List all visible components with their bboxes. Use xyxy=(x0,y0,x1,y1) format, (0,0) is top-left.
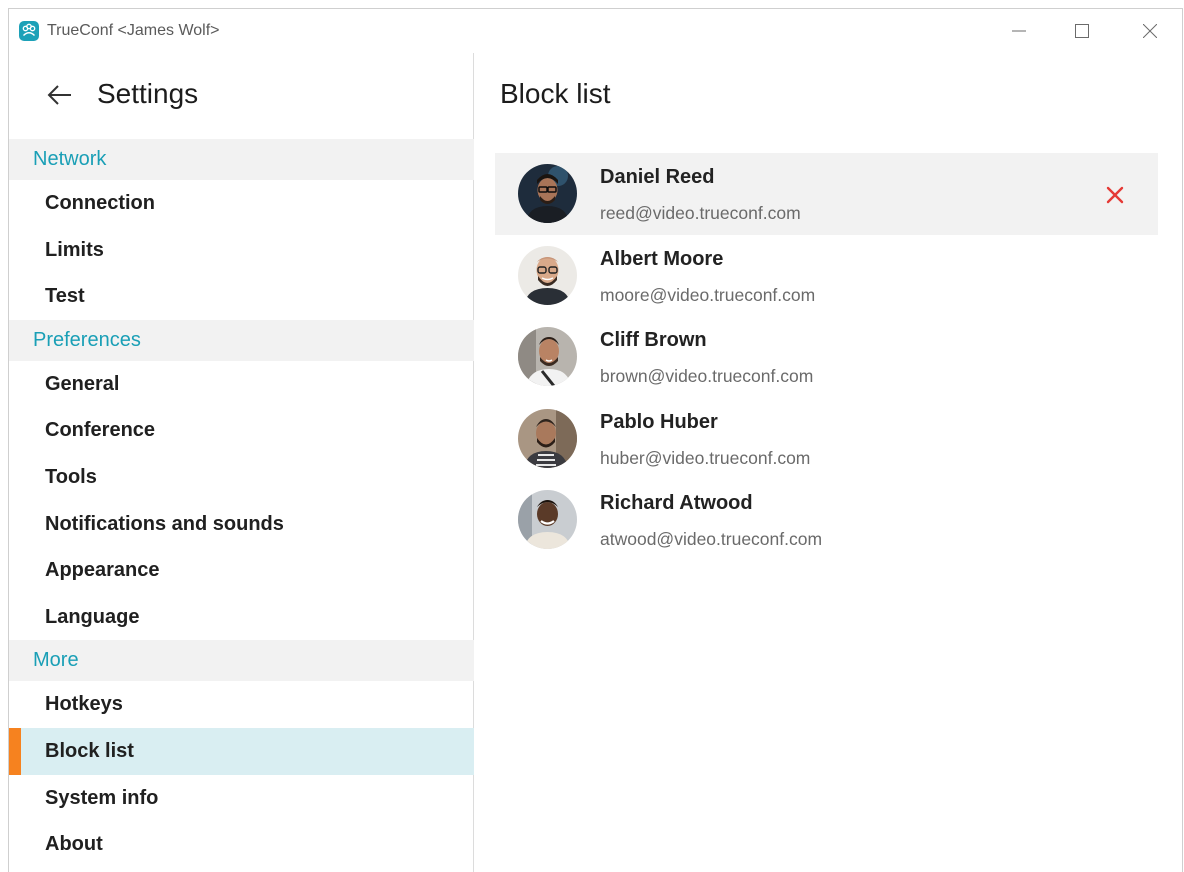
avatar xyxy=(518,327,577,386)
contact-email: huber@video.trueconf.com xyxy=(600,447,811,468)
arrow-left-icon xyxy=(47,85,71,105)
contact-name: Cliff Brown xyxy=(600,329,707,351)
section-header-preferences: Preferences xyxy=(9,319,474,361)
maximize-icon xyxy=(1075,24,1089,38)
nav-item-limits[interactable]: Limits xyxy=(9,227,474,274)
settings-nav: Network Connection Limits Test Preferenc… xyxy=(9,139,474,868)
close-x-icon xyxy=(1106,186,1124,204)
avatar xyxy=(518,245,577,305)
contact-name: Daniel Reed xyxy=(600,166,715,188)
contact-row[interactable]: Cliff Brown brown@video.trueconf.com xyxy=(495,316,1158,398)
block-list-panel: Block list Daniel Reed reed@video.trueco… xyxy=(475,53,1182,872)
nav-item-block-list[interactable]: Block list xyxy=(9,727,474,775)
unblock-button[interactable] xyxy=(1105,185,1125,205)
nav-item-system-info[interactable]: System info xyxy=(9,775,474,822)
nav-item-hotkeys[interactable]: Hotkeys xyxy=(9,681,474,728)
settings-title: Settings xyxy=(97,78,199,109)
minimize-button[interactable] xyxy=(996,15,1042,47)
contact-row[interactable]: Pablo Huber huber@video.trueconf.com xyxy=(495,398,1158,480)
back-button[interactable] xyxy=(45,83,75,107)
contact-row[interactable]: Daniel Reed reed@video.trueconf.com xyxy=(495,153,1158,235)
close-button[interactable] xyxy=(1127,15,1173,47)
contact-email: reed@video.trueconf.com xyxy=(600,203,801,223)
window-title: TrueConf <James Wolf> xyxy=(47,22,220,39)
contact-name: Albert Moore xyxy=(600,247,724,270)
close-icon xyxy=(1143,24,1157,38)
contact-name: Richard Atwood xyxy=(600,492,753,514)
contact-name: Pablo Huber xyxy=(600,410,718,433)
contact-email: brown@video.trueconf.com xyxy=(600,366,814,386)
page-title: Block list xyxy=(500,78,611,109)
nav-item-test[interactable]: Test xyxy=(9,273,474,320)
nav-item-tools[interactable]: Tools xyxy=(9,454,474,501)
avatar xyxy=(518,408,577,468)
settings-sidebar: Settings Network Connection Limits Test … xyxy=(9,53,474,872)
nav-item-conference[interactable]: Conference xyxy=(9,407,474,454)
minimize-icon xyxy=(1012,30,1026,32)
avatar xyxy=(518,490,577,549)
contact-email: atwood@video.trueconf.com xyxy=(600,529,823,549)
nav-item-general[interactable]: General xyxy=(9,361,474,408)
trueconf-logo-icon xyxy=(19,21,39,41)
nav-item-language[interactable]: Language xyxy=(9,594,474,641)
nav-item-notifications[interactable]: Notifications and sounds xyxy=(9,501,474,548)
contact-row[interactable]: Richard Atwood atwood@video.trueconf.com xyxy=(495,479,1158,561)
section-header-more: More xyxy=(9,640,474,682)
contact-email: moore@video.trueconf.com xyxy=(600,284,816,305)
avatar xyxy=(518,164,577,223)
nav-item-about[interactable]: About xyxy=(9,821,474,868)
title-bar: TrueConf <James Wolf> xyxy=(9,9,1182,53)
section-header-network: Network xyxy=(9,139,474,180)
app-window: TrueConf <James Wolf> Settings Network C… xyxy=(8,8,1183,872)
nav-item-appearance[interactable]: Appearance xyxy=(9,547,474,594)
blocked-contacts-list: Daniel Reed reed@video.trueconf.com Albe… xyxy=(495,153,1158,561)
maximize-button[interactable] xyxy=(1059,15,1105,47)
nav-item-connection[interactable]: Connection xyxy=(9,180,474,227)
settings-header: Settings xyxy=(9,53,474,139)
contact-row[interactable]: Albert Moore moore@video.trueconf.com xyxy=(495,235,1158,317)
